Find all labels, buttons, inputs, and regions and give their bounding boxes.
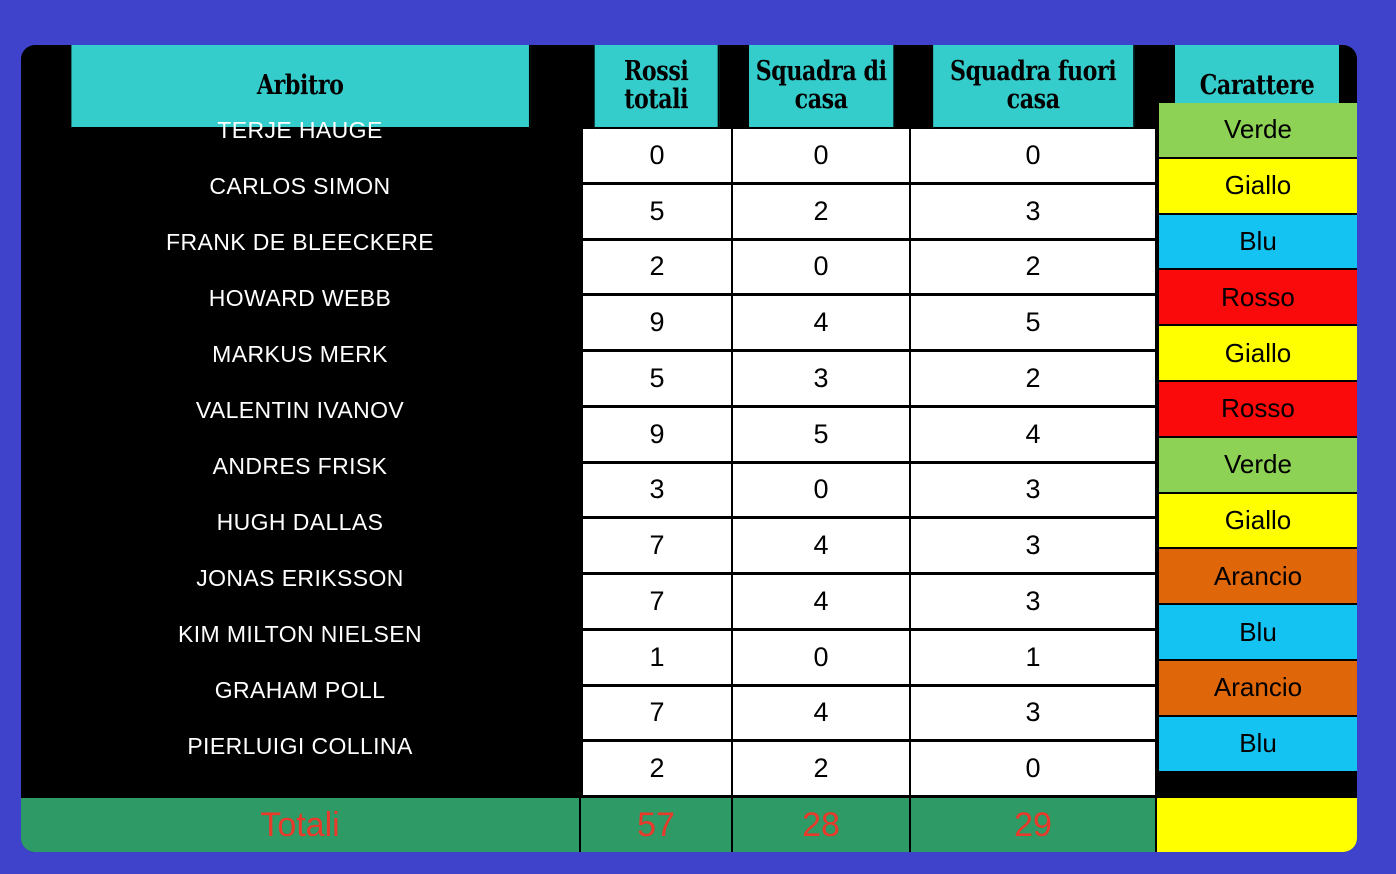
totals-row: Totali 57 28 29 (21, 798, 1357, 852)
arbitro-name-column: TERJE HAUGE CARLOS SIMON FRANK DE BLEECKER… (21, 117, 581, 801)
table-row: 000 (581, 129, 1157, 185)
cell-casa: 0 (733, 129, 911, 182)
table-row: 303 (581, 463, 1157, 520)
cell-casa: 0 (733, 240, 911, 294)
table-row: 532 (581, 352, 1157, 408)
cell-carattere: Giallo (1157, 493, 1357, 550)
table-row: HOWARD WEBB (208, 284, 392, 311)
cell-rossi: 7 (581, 575, 733, 628)
cell-carattere: Arancio (1157, 549, 1357, 606)
cell-fuori: 0 (911, 742, 1157, 795)
totals-carattere (1157, 798, 1357, 852)
table-row: MARKUS MERK (212, 340, 388, 367)
cell-rossi: 2 (581, 240, 733, 294)
cell-rossi: 5 (581, 184, 733, 238)
table-row: HUGH DALLAS (216, 508, 384, 535)
cell-casa: 5 (733, 407, 911, 461)
numeric-columns: 000523202945532954303743743101743220 (581, 129, 1157, 798)
cell-fuori: 4 (911, 407, 1157, 461)
table-row: VALENTIN IVANOV (195, 396, 405, 423)
screenshot-root: Arbitro Rossi totali Squadra di casa Squ… (0, 0, 1396, 874)
table-row: 523 (581, 184, 1157, 241)
table-row: 220 (581, 742, 1157, 798)
cell-casa: 4 (733, 575, 911, 628)
table-row: ANDRES FRISK (212, 452, 388, 479)
header-cell-rossi-totali: Rossi totali (594, 45, 720, 129)
cell-carattere: Giallo (1157, 326, 1357, 382)
table-row: GRAHAM POLL (214, 676, 386, 703)
table-row: 101 (581, 630, 1157, 687)
table-row: 945 (581, 296, 1157, 352)
cell-casa: 4 (733, 686, 911, 740)
cell-rossi: 2 (581, 742, 733, 795)
cell-rossi: 0 (581, 129, 733, 182)
cell-fuori: 2 (911, 240, 1157, 294)
cell-fuori: 5 (911, 296, 1157, 349)
table-row: FRANK DE BLEECKERE (166, 228, 434, 255)
table-row: 954 (581, 407, 1157, 464)
cell-fuori: 3 (911, 463, 1157, 517)
totals-rossi-totali: 57 (581, 798, 733, 852)
cell-carattere: Giallo (1157, 158, 1357, 215)
cell-carattere: Arancio (1157, 660, 1357, 717)
cell-fuori: 0 (911, 129, 1157, 182)
table-row: 743 (581, 519, 1157, 575)
table-row: 743 (581, 575, 1157, 631)
cell-rossi: 3 (581, 463, 733, 517)
cell-carattere: Rosso (1157, 270, 1357, 327)
cell-carattere: Blu (1157, 716, 1357, 773)
table-row: KIM MILTON NIELSEN (177, 620, 423, 647)
cell-casa: 3 (733, 352, 911, 405)
table-row: JONAS ERIKSSON (196, 564, 404, 591)
cell-fuori: 3 (911, 519, 1157, 572)
totals-squadra-casa: 28 (733, 798, 911, 852)
table-row: 743 (581, 686, 1157, 743)
header-cell-squadra-fuori: Squadra fuori casa (933, 45, 1135, 129)
cell-fuori: 3 (911, 184, 1157, 238)
cell-rossi: 1 (581, 630, 733, 684)
cell-carattere: Verde (1157, 437, 1357, 494)
cell-casa: 0 (733, 630, 911, 684)
totals-squadra-fuori: 29 (911, 798, 1157, 852)
cell-rossi: 7 (581, 519, 733, 572)
cell-rossi: 9 (581, 407, 733, 461)
cell-fuori: 3 (911, 686, 1157, 740)
cell-fuori: 3 (911, 575, 1157, 628)
cell-rossi: 7 (581, 686, 733, 740)
cell-casa: 0 (733, 463, 911, 517)
cell-casa: 4 (733, 296, 911, 349)
referee-red-cards-table: Arbitro Rossi totali Squadra di casa Squ… (21, 45, 1357, 852)
table-row: PIERLUIGI COLLINA (187, 732, 413, 759)
carattere-column: Verde Giallo Blu Rosso Giallo Rosso Verde Giall… (1157, 103, 1357, 801)
table-row: 202 (581, 240, 1157, 297)
cell-carattere: Rosso (1157, 381, 1357, 438)
table-row: TERJE HAUGE (217, 116, 383, 143)
cell-casa: 2 (733, 184, 911, 238)
cell-casa: 4 (733, 519, 911, 572)
cell-casa: 2 (733, 742, 911, 795)
totals-label: Totali (21, 798, 581, 852)
cell-carattere: Blu (1157, 605, 1357, 661)
cell-carattere: Verde (1157, 103, 1357, 159)
cell-carattere: Blu (1157, 214, 1357, 271)
header-cell-squadra-casa: Squadra di casa (749, 45, 895, 129)
cell-rossi: 5 (581, 352, 733, 405)
cell-rossi: 9 (581, 296, 733, 349)
table-row: CARLOS SIMON (209, 172, 391, 199)
cell-fuori: 1 (911, 630, 1157, 684)
cell-fuori: 2 (911, 352, 1157, 405)
